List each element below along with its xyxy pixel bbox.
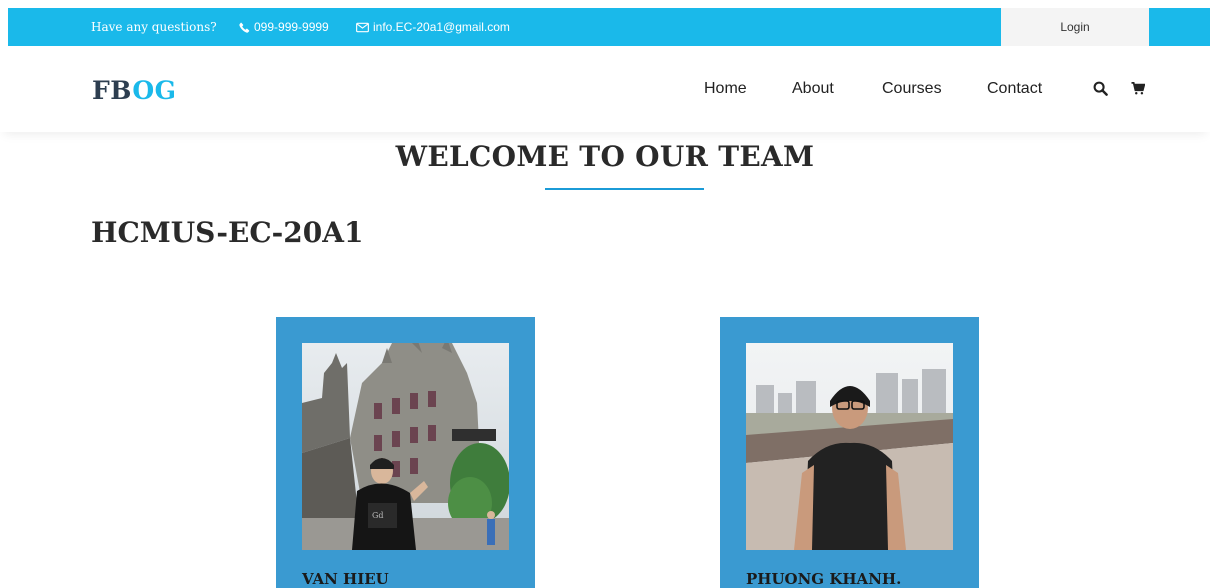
nav-contact[interactable]: Contact [987,80,1042,98]
site-logo[interactable]: FBOG [92,76,176,105]
main-header: FBOG Home About Courses Contact [0,46,1210,132]
logo-fb: FB [92,76,133,105]
svg-text:Gd: Gd [372,511,384,520]
search-icon[interactable] [1091,79,1109,97]
logo-og: OG [132,76,177,105]
member-name: VAN HIEU [302,570,389,588]
email-contact[interactable]: info.EC-20a1@gmail.com [356,20,510,34]
team-name-heading: HCMUS-EC-20A1 [91,216,364,249]
phone-number: 099-999-9999 [254,20,329,34]
questions-text: Have any questions? [91,20,217,34]
login-button[interactable]: Login [1001,8,1149,46]
member-name: PHUONG KHANH. [746,570,902,588]
phone-icon [239,22,250,33]
nav-home[interactable]: Home [704,80,747,98]
member-photo: Gd [302,343,509,550]
nav-about[interactable]: About [792,80,834,98]
cart-icon[interactable] [1129,79,1147,97]
page-title: WELCOME TO OUR TEAM [395,140,815,173]
nav-courses[interactable]: Courses [882,80,942,98]
top-info-bar: Have any questions? 099-999-9999 info.EC… [8,8,1210,46]
member-photo [746,343,953,550]
email-address: info.EC-20a1@gmail.com [373,20,510,34]
phone-contact[interactable]: 099-999-9999 [239,20,329,34]
envelope-icon [356,22,369,32]
member-card[interactable]: Gd VAN HIEU [276,317,535,588]
title-divider [545,188,704,190]
member-card[interactable]: PHUONG KHANH. [720,317,979,588]
